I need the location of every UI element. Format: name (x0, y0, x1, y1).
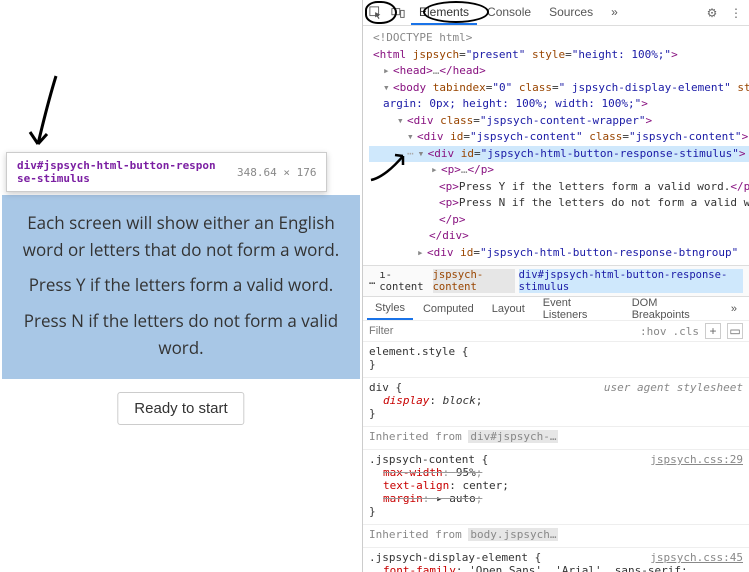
hov-toggle[interactable]: :hov (640, 325, 667, 338)
element-inspect-tooltip: div#jspsych-html-button-response-stimulu… (6, 152, 327, 192)
rule-inherited-content[interactable]: Inherited from div#jspsych-… (363, 427, 749, 450)
breadcrumb-item-1[interactable]: ı-content (379, 269, 428, 293)
rule-element-style[interactable]: element.style { } (363, 342, 749, 378)
tab-computed[interactable]: Computed (415, 299, 482, 319)
tooltip-dimensions: 348.64 × 176 (237, 166, 316, 179)
annotation-arrow-1 (18, 72, 68, 157)
dom-p-collapsed[interactable]: ▸<p>…</p> (369, 162, 749, 179)
tab-sources[interactable]: Sources (541, 1, 601, 25)
annotation-arrow-2 (365, 150, 415, 184)
breadcrumb-item-2[interactable]: jspsych-content (433, 269, 515, 293)
cls-toggle[interactable]: .cls (673, 325, 700, 338)
dom-stimulus-selected[interactable]: ⋯▾<div id="jspsych-html-button-response-… (369, 146, 749, 163)
dom-tree[interactable]: <!DOCTYPE html> <html jspsych="present" … (363, 26, 749, 265)
dom-html[interactable]: <html jspsych="present" style="height: 1… (369, 47, 749, 64)
dom-p-text-1[interactable]: <p>Press Y if the letters form a valid w… (369, 179, 749, 196)
rule-jspsych-content[interactable]: .jspsych-content {jspsych.css:29 max-wid… (363, 450, 749, 525)
styles-pane-icon[interactable]: ▭ (727, 323, 743, 339)
tab-more[interactable]: » (603, 1, 626, 25)
stimulus-line-3: Press N if the letters do not form a val… (8, 307, 354, 361)
tab-styles-more[interactable]: » (723, 299, 745, 319)
rule-div-uas[interactable]: div {user agent stylesheet display: bloc… (363, 378, 749, 427)
kebab-icon[interactable]: ⋮ (727, 4, 745, 22)
styles-filter-row: :hov .cls + ▭ (363, 320, 749, 341)
rule-display-element[interactable]: .jspsych-display-element {jspsych.css:45… (363, 548, 749, 572)
annotation-circle-elements (423, 1, 489, 23)
styles-filter-input[interactable] (369, 325, 634, 337)
gear-icon[interactable]: ⚙ (703, 4, 721, 22)
tab-layout[interactable]: Layout (484, 299, 533, 319)
breadcrumb-ellipsis: … (369, 275, 375, 287)
dom-doctype: <!DOCTYPE html> (373, 31, 472, 44)
dom-btngroup[interactable]: ▸<div id="jspsych-html-button-response-b… (369, 245, 749, 262)
rule-inherited-body[interactable]: Inherited from body.jspsych… (363, 525, 749, 548)
stimulus-line-2: Press Y if the letters form a valid word… (8, 271, 354, 298)
dom-wrapper[interactable]: ▾<div class="jspsych-content-wrapper"> (369, 113, 749, 130)
stimulus-highlighted: Each screen will show either an English … (2, 195, 360, 379)
new-style-rule-icon[interactable]: + (705, 323, 721, 339)
ready-to-start-button[interactable]: Ready to start (117, 392, 244, 425)
tab-styles[interactable]: Styles (367, 298, 413, 320)
stimulus-line-1: Each screen will show either an English … (8, 209, 354, 263)
dom-head[interactable]: ▸<head>…</head> (369, 63, 749, 80)
tooltip-selector: div#jspsych-html-button-response-stimulu… (17, 159, 217, 185)
annotation-circle-inspect (365, 1, 397, 24)
dom-p-text-2[interactable]: <p>Press N if the letters do not form a … (369, 195, 749, 212)
page-preview: div#jspsych-html-button-response-stimulu… (0, 0, 362, 572)
styles-pane[interactable]: element.style { } div {user agent styles… (363, 341, 749, 572)
dom-breadcrumb[interactable]: … ı-content jspsych-content div#jspsych-… (363, 265, 749, 296)
devtools-toolbar: Elements Console Sources » ⚙ ⋮ (363, 0, 749, 26)
breadcrumb-item-3[interactable]: div#jspsych-html-button-response-stimulu… (519, 269, 743, 293)
dom-content[interactable]: ▾<div id="jspsych-content" class="jspsyc… (369, 129, 749, 146)
devtools-panel: Elements Console Sources » ⚙ ⋮ <!DOCTYPE… (362, 0, 749, 572)
dom-body[interactable]: ▾<body tabindex="0" class=" jspsych-disp… (369, 80, 749, 97)
styles-tabs: Styles Computed Layout Event Listeners D… (363, 296, 749, 320)
